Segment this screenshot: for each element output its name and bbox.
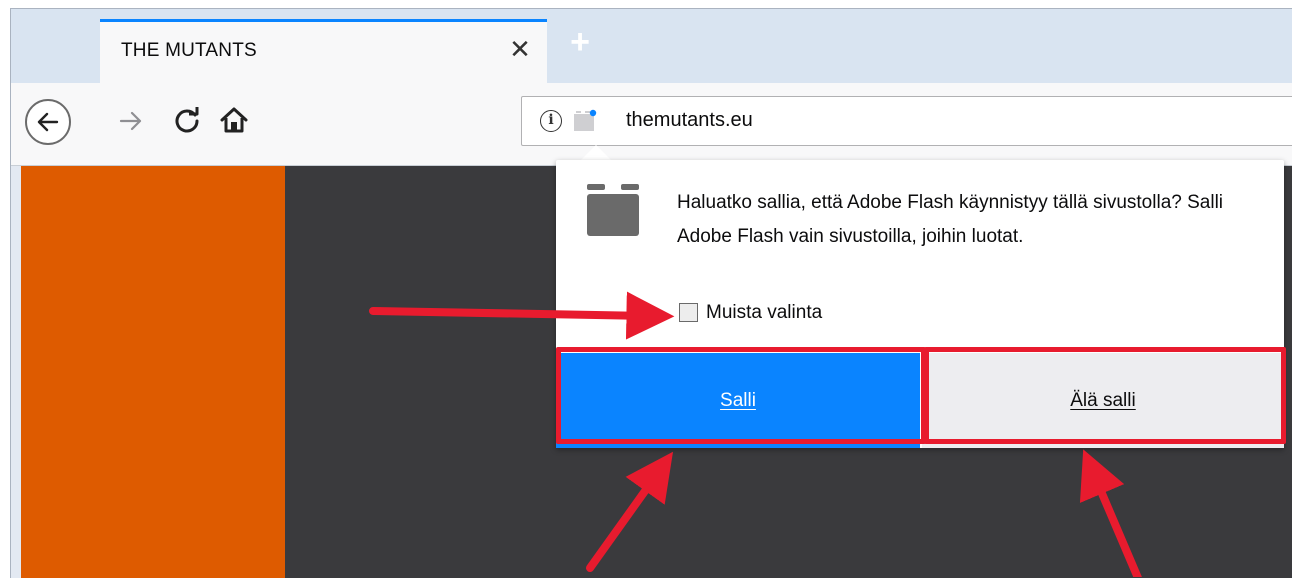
forward-arrow-icon[interactable] xyxy=(118,108,144,134)
permission-message: Haluatko sallia, että Adobe Flash käynni… xyxy=(677,192,1224,247)
annotation-box-allow xyxy=(556,347,926,444)
plugin-icon xyxy=(587,184,639,236)
info-icon[interactable]: i xyxy=(540,110,562,132)
plugin-icon[interactable] xyxy=(572,108,598,134)
url-bar[interactable]: i themutants.eu xyxy=(521,96,1292,146)
remember-choice-checkbox[interactable] xyxy=(679,303,698,322)
reload-icon[interactable] xyxy=(173,106,201,134)
close-tab-icon[interactable]: ✕ xyxy=(507,34,533,64)
annotation-box-deny xyxy=(924,347,1286,444)
home-icon[interactable] xyxy=(219,105,249,135)
url-text: themutants.eu xyxy=(626,109,753,131)
popup-pointer xyxy=(580,145,612,161)
tab-bar: THE MUTANTS ✕ + xyxy=(11,9,1292,83)
back-arrow-icon xyxy=(37,112,59,132)
tab-the-mutants[interactable]: THE MUTANTS ✕ xyxy=(100,19,547,83)
remember-choice-label[interactable]: Muista valinta xyxy=(706,302,822,324)
navigation-toolbar: i themutants.eu xyxy=(11,83,1292,166)
back-button[interactable] xyxy=(25,99,71,145)
page-orange-panel xyxy=(21,166,285,578)
page-left-strip xyxy=(11,166,21,578)
tab-title: THE MUTANTS xyxy=(121,40,257,61)
new-tab-button[interactable]: + xyxy=(561,25,599,61)
